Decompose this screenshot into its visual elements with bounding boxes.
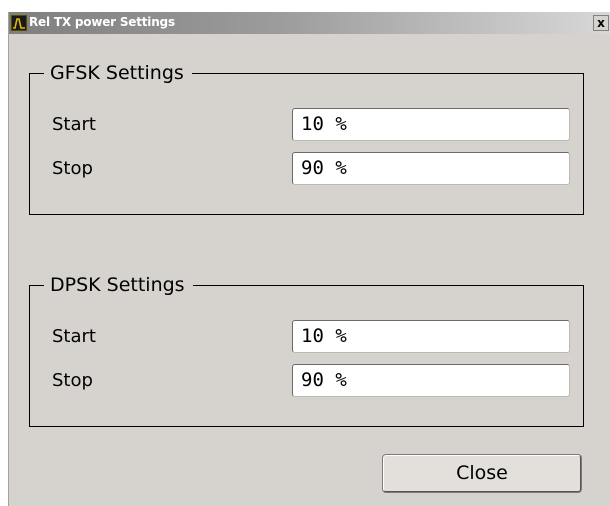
close-icon[interactable]: x — [593, 15, 609, 31]
gfsk-settings-title: GFSK Settings — [44, 61, 192, 85]
dpsk-start-input[interactable]: 10 % — [292, 320, 570, 353]
gfsk-stop-input[interactable]: 90 % — [292, 152, 570, 185]
dpsk-stop-input[interactable]: 90 % — [292, 364, 570, 397]
dpsk-settings-group: DPSK Settings Start 10 % Stop 90 % — [29, 273, 584, 427]
dpsk-settings-title: DPSK Settings — [44, 273, 193, 297]
gfsk-start-input[interactable]: 10 % — [292, 108, 570, 141]
gfsk-stop-label: Stop — [52, 158, 93, 179]
title-bar[interactable]: Rel TX power Settings x — [9, 12, 610, 34]
spectrum-analyzer-icon — [11, 15, 27, 31]
gfsk-settings-group: GFSK Settings Start 10 % Stop 90 % — [29, 61, 584, 215]
window-title: Rel TX power Settings — [29, 15, 175, 29]
dpsk-start-label: Start — [52, 326, 96, 347]
dpsk-stop-label: Stop — [52, 370, 93, 391]
gfsk-start-label: Start — [52, 114, 96, 135]
close-button[interactable]: Close — [383, 455, 581, 492]
rel-tx-power-settings-dialog: Rel TX power Settings x GFSK Settings St… — [8, 12, 610, 506]
